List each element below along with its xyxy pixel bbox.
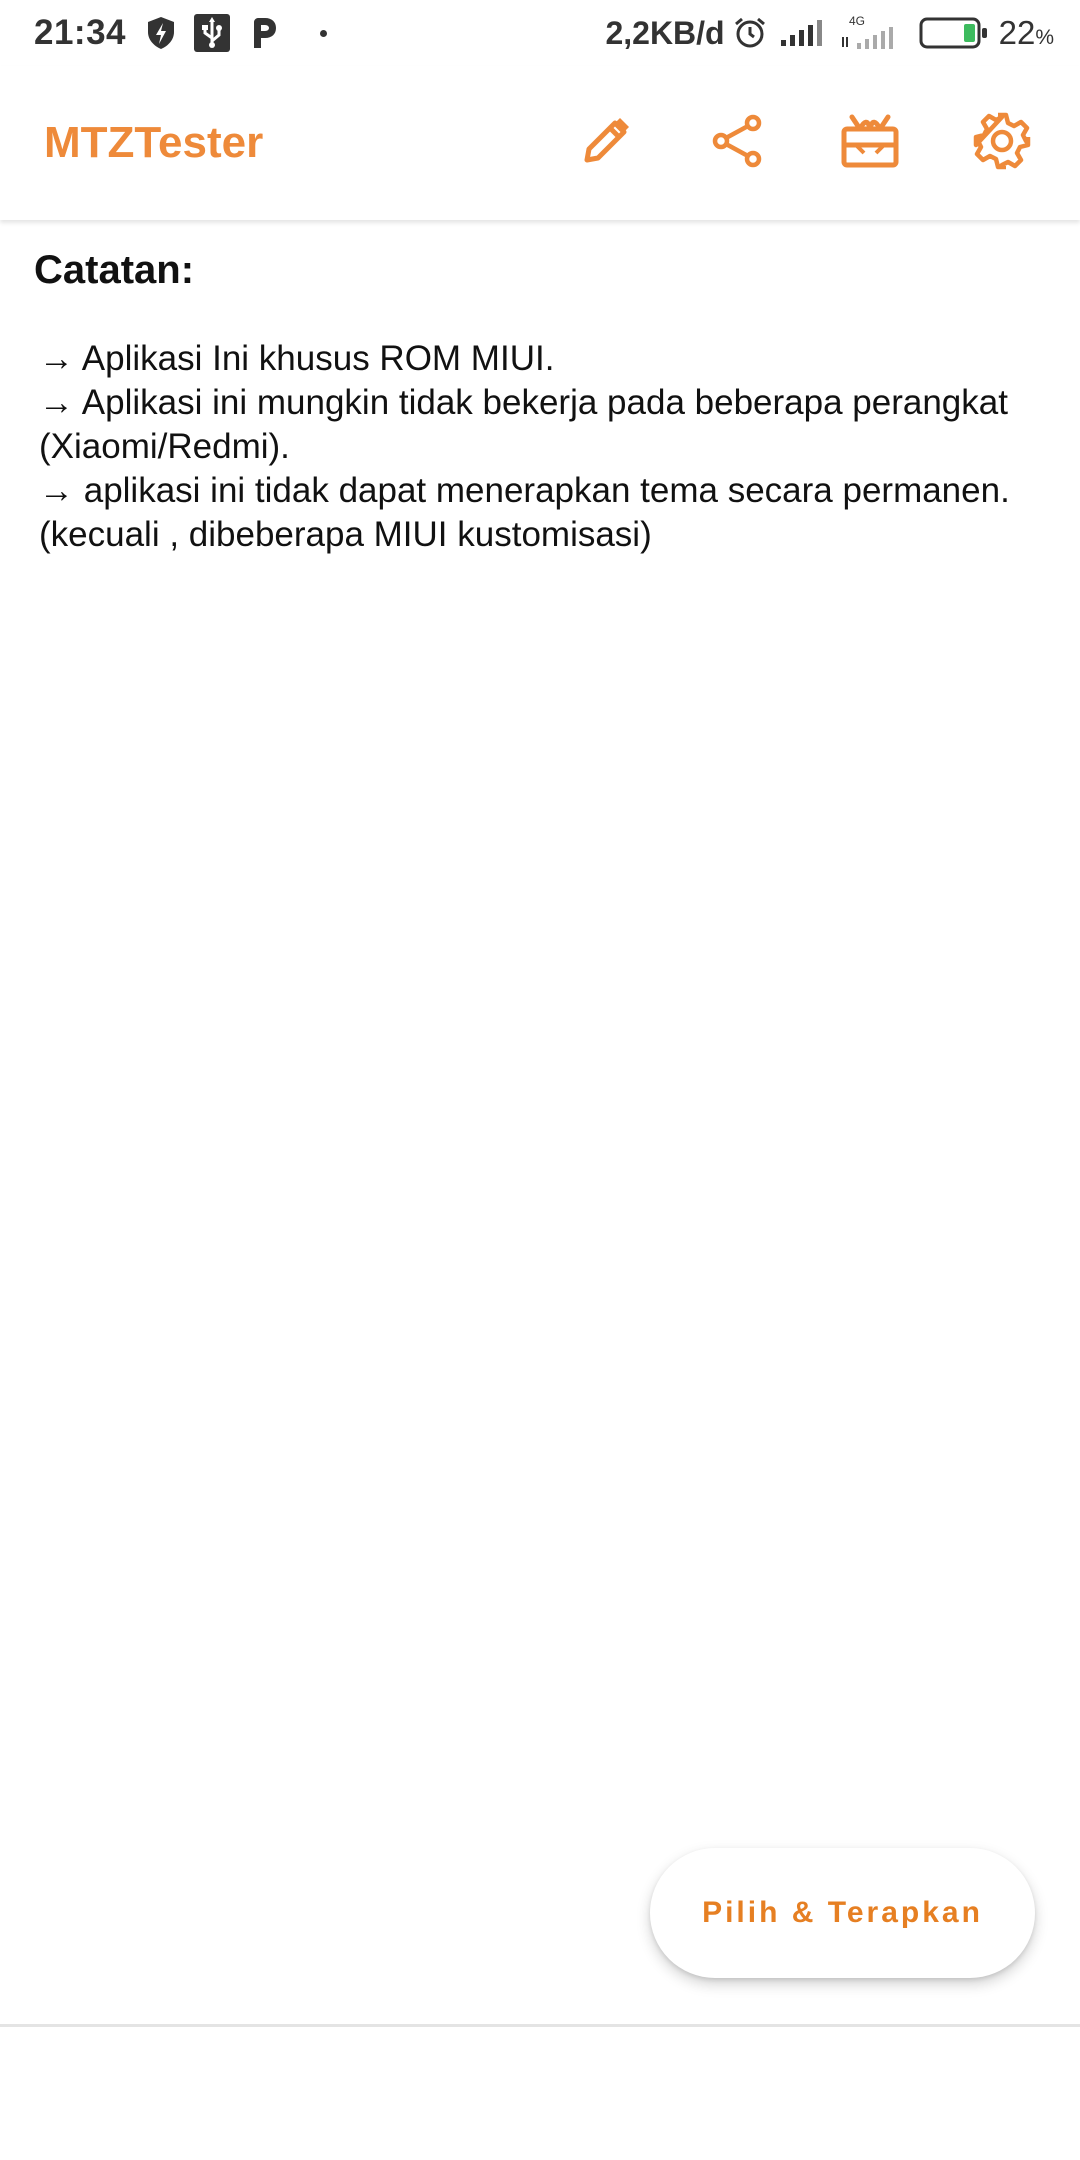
navigation-divider [0,2024,1080,2027]
list-item: → Aplikasi ini mungkin tidak bekerja pad… [39,383,1008,466]
alarm-icon [733,16,767,50]
gift-button[interactable] [822,95,918,191]
gear-icon [973,112,1031,175]
dot-icon [320,29,328,37]
notes-list: → Aplikasi Ini khusus ROM MIUI. → Aplika… [34,337,1046,557]
status-time: 21:34 [34,13,127,52]
notes-section: Catatan: → Aplikasi Ini khusus ROM MIUI.… [0,222,1080,557]
edit-button[interactable] [558,95,654,191]
app-title: MTZTester [44,118,264,167]
settings-button[interactable] [954,95,1050,191]
signal-4g-icon: 4G [841,13,899,53]
list-item: → Aplikasi Ini khusus ROM MIUI. [39,339,555,378]
status-bar: 21:34 2,2KB/d 4G 22% [0,0,1080,66]
gift-icon [840,113,900,174]
battery-icon [919,17,989,49]
battery-percent-value: 22 [998,14,1036,51]
usb-icon [194,14,231,52]
shield-bolt-icon [146,16,176,50]
parking-icon [248,16,280,50]
pencil-icon [578,113,634,174]
app-bar: MTZTester [0,66,1080,220]
status-bar-right: 2,2KB/d 4G 22% [605,13,1054,53]
network-type-label: 4G [849,14,865,28]
network-speed: 2,2KB/d [605,14,725,51]
status-bar-left: 21:34 [34,13,328,53]
battery-percent: 22% [999,14,1054,52]
share-icon [710,112,766,175]
pick-apply-button[interactable]: Pilih & Terapkan [650,1848,1035,1978]
battery-percent-unit: % [1035,26,1054,49]
notes-title: Catatan: [34,248,195,292]
list-item: → aplikasi ini tidak dapat menerapkan te… [39,471,1010,554]
signal-icon [780,18,825,48]
share-button[interactable] [690,95,786,191]
